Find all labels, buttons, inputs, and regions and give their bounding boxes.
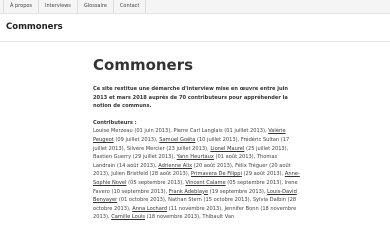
top-nav: À propos Interviews Glossaire Contact (0, 0, 390, 14)
contributor-link[interactable]: Camille Louis (111, 214, 145, 220)
contributor-date: (23 juillet 2013) (166, 145, 208, 152)
main-content: Commoners Ce site restitue une démarche … (93, 56, 300, 222)
contributor-date: (28 août 2013) (149, 171, 188, 178)
contributor-link[interactable]: Vincent Calame (185, 180, 225, 186)
contributor-link[interactable]: Samuel Goëta (159, 137, 195, 143)
nav-item-3[interactable]: Contact (114, 0, 147, 13)
contributor-date: (14 août 2013) (116, 162, 156, 169)
nav-item-1[interactable]: Interviews (39, 0, 78, 13)
contributor-date: (01 juin 2013) (134, 128, 171, 135)
contributor-date: (11 novembre 2013) (168, 205, 222, 212)
contributor-name: Silvère Mercier (126, 145, 165, 152)
contributor-name: Frédéric Sultan (240, 136, 280, 143)
contributor-link[interactable]: Yann Heurtaux (177, 154, 214, 160)
site-title[interactable]: Commoners (6, 22, 63, 32)
contributor-date: (10 septembre 2013) (111, 188, 166, 195)
contributor-name: Sylvia Dalbin (252, 197, 286, 204)
contributor-date: (01 août 2013) (215, 154, 254, 161)
contributor-date: (01 juillet 2013) (224, 128, 265, 135)
contributor-date: (18 novembre 2013) (146, 214, 200, 221)
contributor-date: (20 août 2013) (193, 162, 232, 169)
page-title: Commoners (93, 56, 194, 74)
contributor-date: (15 octobre 2013) (203, 197, 250, 204)
contributor-name: Thibault Van (202, 214, 235, 221)
contributor-date: (19 septembre 2013) (209, 188, 264, 195)
contributor-link[interactable]: Primavera De Filippi (191, 171, 242, 177)
contributor-link[interactable]: Lionel Maurel (210, 146, 244, 152)
contributor-date: (01 octobre 2013) (118, 197, 165, 204)
contributor-date: (05 septembre 2013) (227, 179, 282, 186)
site-header: Commoners (0, 14, 390, 42)
nav-item-2[interactable]: Glossaire (78, 0, 114, 13)
contributor-name: Bastien Guerry (93, 154, 132, 161)
contributor-link[interactable]: Anna Lochard (132, 206, 167, 212)
intro-text: Ce site restitue une démarche d'intervie… (93, 86, 288, 110)
nav-menu: À propos Interviews Glossaire Contact (3, 0, 147, 13)
contributor-date: (29 août 2013) (243, 171, 282, 178)
contributor-name: Julien Bristfeld (111, 171, 148, 178)
contributor-name: Pierre Carl Langlais (173, 128, 223, 135)
contributor-name: Nathan Stern (168, 197, 202, 204)
contributor-date: (05 septembre 2013) (128, 179, 183, 186)
contributors-heading: Contributeurs : (93, 119, 137, 126)
contributor-name: Félix Tréguer (235, 162, 268, 169)
contributors-list: Louise Merzeau (01 juin 2013), Pierre Ca… (93, 128, 300, 221)
contributor-name: Jennifer Bonn (224, 205, 259, 212)
contributor-name: Louise Merzeau (93, 128, 133, 135)
contributor-date: (10 juillet 2013) (196, 136, 238, 143)
contributor-link[interactable]: Adrienne Alix (158, 163, 192, 169)
contributor-link[interactable]: Frank Adebiaye (169, 189, 208, 195)
contributor-date: (25 juillet 2013) (245, 145, 287, 152)
contributor-date: (09 juillet 2013) (115, 136, 157, 143)
contributor-date: (29 juillet 2013) (132, 154, 174, 161)
nav-item-0[interactable]: À propos (3, 0, 40, 13)
